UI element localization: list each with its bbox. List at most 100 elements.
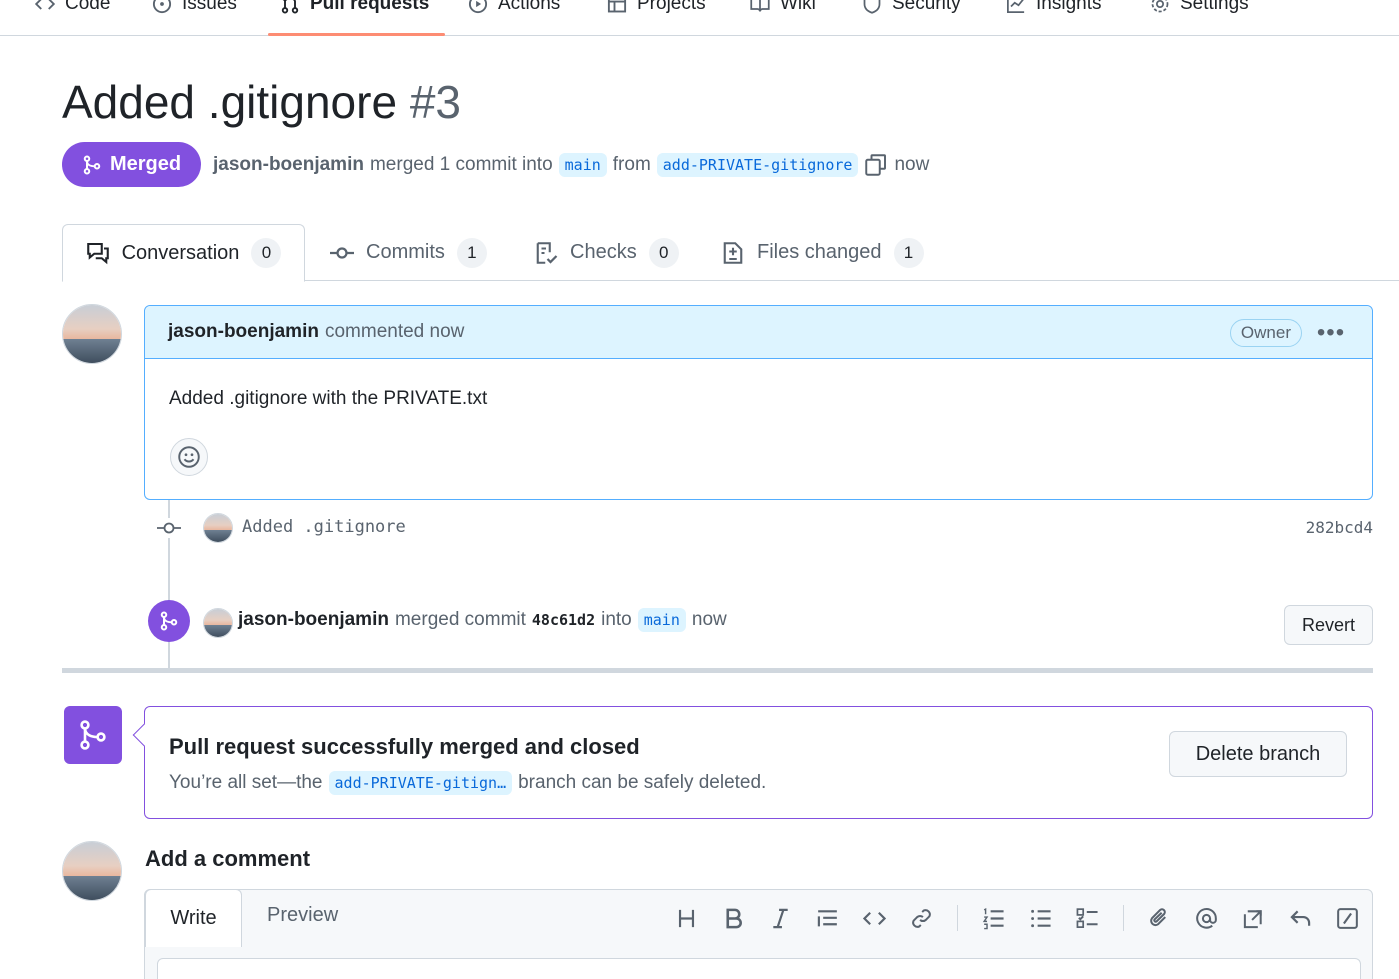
tab-checks-label: Checks [570,241,637,263]
nav-security-label: Security [892,0,961,14]
code-icon [35,0,55,10]
nav-pull-requests[interactable]: Pull requests [280,0,429,18]
comment-action: commented now [324,321,465,342]
cross-reference-icon[interactable] [1242,907,1265,930]
add-comment-title: Add a comment [145,846,311,871]
timeline-divider [62,668,1373,673]
nav-wiki[interactable]: Wiki [750,0,816,18]
delete-branch-button[interactable]: Delete branch [1169,731,1347,777]
gear-icon [1151,0,1169,13]
tab-files-changed-count: 1 [893,237,924,268]
mention-icon[interactable] [1195,907,1218,930]
nav-settings-label: Settings [1180,0,1249,14]
copy-icon[interactable] [864,153,888,177]
nav-wiki-label: Wiki [780,0,816,14]
pr-time: now [894,154,930,175]
tab-write[interactable]: Write [145,889,242,947]
tab-checks[interactable]: Checks 0 [534,224,679,281]
nav-insights[interactable]: Insights [1006,0,1101,18]
add-reaction-button[interactable] [170,438,208,476]
numbered-list-icon[interactable] [982,907,1005,930]
reply-icon[interactable] [1289,907,1312,930]
italic-icon[interactable] [769,907,792,930]
avatar[interactable] [203,513,233,543]
nav-actions[interactable]: Actions [468,0,560,18]
kebab-menu-icon[interactable]: ••• [1316,319,1346,347]
heading-icon[interactable] [675,907,698,930]
revert-button[interactable]: Revert [1284,605,1373,645]
quote-icon[interactable] [816,907,839,930]
pr-tabs: Conversation 0 Commits 1 Checks 0 Files … [0,224,1399,282]
tab-files-changed[interactable]: Files changed 1 [721,224,924,281]
merge-status-title: Pull request successfully merged and clo… [169,734,640,759]
markdown-toolbar [675,903,1359,933]
comment-editor: Write Preview [144,889,1373,979]
link-icon[interactable] [910,907,933,930]
nav-issues[interactable]: Issues [152,0,237,18]
merge-commit-sha[interactable]: 48c61d2 [532,611,595,629]
pr-merged-text: merged 1 commit into [369,154,553,175]
merge-status-icon-box [64,706,122,764]
avatar[interactable] [62,841,122,901]
head-branch[interactable]: add-PRIVATE-gitignore [656,153,859,177]
merge-event-author[interactable]: jason-boenjamin [238,609,389,631]
avatar[interactable] [203,608,233,638]
slash-command-icon[interactable] [1336,907,1359,930]
pr-from-text: from [612,154,651,175]
merge-event-branch[interactable]: main [637,608,686,632]
comment-discussion-icon [86,242,109,265]
nav-issues-label: Issues [182,0,237,14]
nav-projects-label: Projects [637,0,706,14]
nav-code[interactable]: Code [35,0,110,18]
tab-commits-count: 1 [456,237,487,268]
merge-event-into: into [601,609,632,630]
task-list-icon[interactable] [1076,907,1099,930]
bold-icon[interactable] [722,907,745,930]
comment-textarea[interactable] [157,958,1361,979]
merge-icon [160,611,178,631]
status-badge-label: Merged [109,153,182,175]
merge-icon [80,720,106,750]
book-icon [750,0,770,12]
bullet-list-icon[interactable] [1029,907,1052,930]
commit-icon [330,246,354,259]
graph-icon [1007,0,1025,13]
merge-status-pointer [132,723,156,747]
nav-insights-label: Insights [1036,0,1102,14]
smiley-icon [178,446,200,468]
comment-header: jason-boenjamin commented now [145,306,1372,359]
page-title: Added .gitignore #3 [62,75,461,129]
merge-event-time: now [691,609,727,630]
commit-icon [156,518,182,538]
comment-body: Added .gitignore with the PRIVATE.txt [169,388,488,409]
code-icon[interactable] [863,907,886,930]
nav-projects[interactable]: Projects [607,0,706,18]
pr-number: #3 [409,76,461,128]
commit-message[interactable]: Added .gitignore [242,517,406,537]
tab-conversation[interactable]: Conversation 0 [62,224,305,282]
tab-preview[interactable]: Preview [267,904,338,927]
avatar[interactable] [62,304,122,364]
nav-settings[interactable]: Settings [1150,0,1249,18]
tab-commits-label: Commits [366,241,445,263]
tab-files-changed-label: Files changed [757,241,882,263]
merge-event: jason-boenjamin merged commit 48c61d2 in… [148,600,1373,646]
play-icon [468,0,488,14]
commit-sha[interactable]: 282bcd4 [1306,518,1373,537]
merge-status-sub-after: branch can be safely deleted. [518,772,767,793]
comment-author[interactable]: jason-boenjamin [168,321,319,343]
nav-security[interactable]: Security [862,0,961,18]
file-diff-icon [723,241,743,264]
tab-commits[interactable]: Commits 1 [330,224,487,281]
merge-event-action: merged commit [394,609,526,630]
shield-icon [863,0,881,14]
base-branch[interactable]: main [558,153,607,177]
merge-event-text: jason-boenjamin merged commit 48c61d2 in… [238,608,727,632]
pr-author-link[interactable]: jason-boenjamin [213,154,364,176]
paperclip-icon[interactable] [1148,907,1171,930]
merge-status-branch[interactable]: add-PRIVATE-gitign… [328,771,513,795]
issue-icon [152,0,172,14]
table-icon [607,0,627,13]
toolbar-divider [1123,905,1124,931]
owner-badge: Owner [1229,319,1302,347]
